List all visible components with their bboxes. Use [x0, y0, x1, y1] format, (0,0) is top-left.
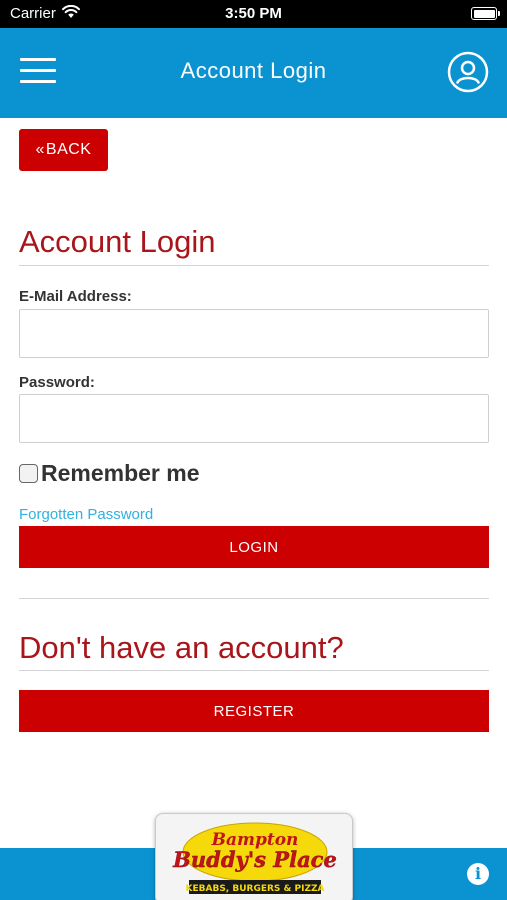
- status-bar: Carrier 3:50 PM: [0, 0, 507, 28]
- section-divider: [19, 598, 489, 599]
- app-header: Account Login: [0, 28, 507, 118]
- forgotten-password-link[interactable]: Forgotten Password: [19, 506, 153, 523]
- heading-divider: [19, 265, 489, 266]
- battery-icon: [471, 7, 500, 20]
- login-button[interactable]: LOGIN: [19, 526, 489, 568]
- double-chevron-left-icon: «: [35, 141, 45, 158]
- logo-graphic: Bampton Buddy's Place KEBABS, BURGERS & …: [172, 822, 337, 894]
- logo-tagline: KEBABS, BURGERS & PIZZA: [186, 884, 325, 894]
- password-label: Password:: [19, 374, 95, 391]
- register-heading-divider: [19, 670, 489, 671]
- clock: 3:50 PM: [225, 5, 282, 22]
- remember-me-row[interactable]: Remember me: [19, 457, 200, 489]
- info-icon[interactable]: i: [467, 863, 489, 885]
- remember-me-checkbox[interactable]: [19, 463, 38, 483]
- logo-line2: Buddy's Place: [172, 847, 337, 872]
- password-field[interactable]: [19, 394, 489, 443]
- remember-me-label[interactable]: Remember me: [41, 460, 200, 487]
- email-label: E-Mail Address:: [19, 288, 132, 305]
- back-button[interactable]: « BACK: [19, 129, 108, 171]
- restaurant-logo[interactable]: Bampton Buddy's Place KEBABS, BURGERS & …: [155, 813, 353, 900]
- register-button[interactable]: REGISTER: [19, 690, 489, 732]
- user-circle-icon[interactable]: [447, 51, 489, 93]
- register-heading: Don't have an account?: [19, 630, 344, 665]
- header-title: Account Login: [180, 58, 327, 83]
- login-heading: Account Login: [19, 224, 216, 259]
- email-field[interactable]: [19, 309, 489, 358]
- back-button-label: BACK: [45, 141, 92, 158]
